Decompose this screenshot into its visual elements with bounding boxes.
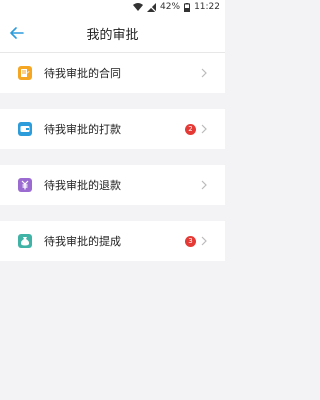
approval-list: 待我审批的合同 待我审批的打款 2 待我审批的退款 待我审批的提成 3	[0, 53, 225, 261]
list-item-label: 待我审批的合同	[44, 67, 121, 80]
back-button[interactable]	[8, 24, 26, 42]
battery-icon	[184, 2, 191, 12]
list-item-commission[interactable]: 待我审批的提成 3	[0, 221, 225, 261]
list-item-payment[interactable]: 待我审批的打款 2	[0, 109, 225, 149]
contract-icon	[18, 66, 32, 80]
wallet-icon	[18, 122, 32, 136]
chevron-right-icon	[199, 180, 209, 190]
chevron-right-icon	[199, 236, 209, 246]
list-item-label: 待我审批的提成	[44, 235, 121, 248]
refund-icon	[18, 178, 32, 192]
count-badge: 3	[185, 235, 196, 247]
wifi-icon	[133, 3, 144, 11]
status-bar: 42% 11:22	[0, 0, 225, 14]
page-title: 我的审批	[86, 27, 139, 43]
arrow-left-icon	[10, 27, 24, 39]
money-bag-icon	[18, 234, 32, 248]
header: 我的审批	[0, 14, 225, 53]
chevron-right-icon	[199, 68, 209, 78]
list-item-label: 待我审批的打款	[44, 123, 121, 136]
battery-percent: 42%	[160, 2, 181, 12]
clock: 11:22	[194, 2, 220, 12]
list-item-label: 待我审批的退款	[44, 179, 121, 192]
count-badge: 2	[185, 123, 196, 135]
list-item-contract[interactable]: 待我审批的合同	[0, 53, 225, 93]
chevron-right-icon	[199, 124, 209, 134]
list-item-refund[interactable]: 待我审批的退款	[0, 165, 225, 205]
no-signal-icon	[147, 2, 157, 12]
